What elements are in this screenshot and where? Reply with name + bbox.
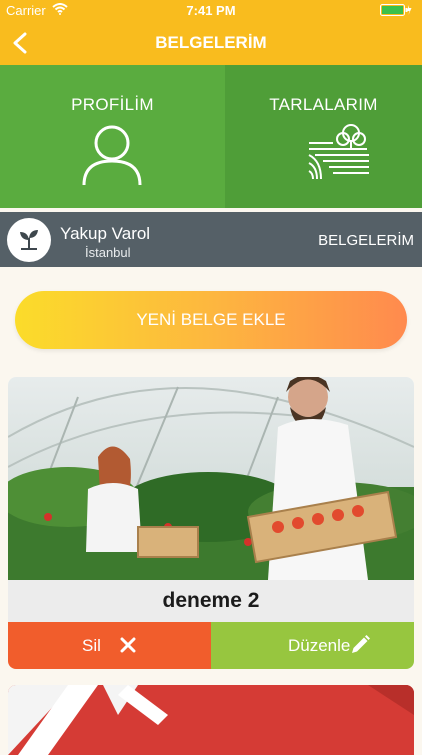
delete-label: Sil — [82, 636, 101, 655]
sprout-icon — [20, 230, 38, 250]
user-icon — [82, 125, 142, 186]
status-bar: Carrier 7:41 PM — [0, 0, 422, 20]
section-label: BELGELERİM — [318, 232, 414, 249]
battery-icon — [380, 4, 412, 19]
profile-tile-label: PROFİLİM — [71, 95, 154, 114]
edit-label: Düzenle — [288, 636, 351, 655]
edit-button[interactable]: Düzenle — [211, 622, 414, 669]
status-time: 7:41 PM — [186, 3, 236, 18]
top-tiles: PROFİLİM TARLALARIM — [0, 65, 422, 208]
profile-tile[interactable]: PROFİLİM — [0, 65, 225, 208]
navigation-bar: BELGELERİM — [0, 20, 422, 65]
document-image — [8, 377, 414, 580]
close-icon — [120, 637, 136, 653]
pencil-icon — [352, 635, 370, 653]
avatar — [7, 218, 51, 262]
document-card[interactable] — [8, 685, 414, 755]
fields-tile[interactable]: TARLALARIM — [225, 65, 422, 208]
document-card[interactable]: deneme 2 Sil Düzenle — [8, 377, 414, 669]
user-name: Yakup Varol — [60, 224, 151, 243]
document-image — [8, 685, 414, 755]
user-bar: Yakup Varol İstanbul BELGELERİM — [0, 212, 422, 267]
document-title: deneme 2 — [8, 580, 414, 622]
add-document-button[interactable]: YENİ BELGE EKLE — [15, 291, 407, 349]
page-title: BELGELERİM — [155, 33, 267, 52]
user-city: İstanbul — [85, 245, 131, 260]
delete-button[interactable]: Sil — [8, 622, 211, 669]
field-tree-icon — [308, 124, 369, 180]
fields-tile-label: TARLALARIM — [269, 95, 378, 114]
